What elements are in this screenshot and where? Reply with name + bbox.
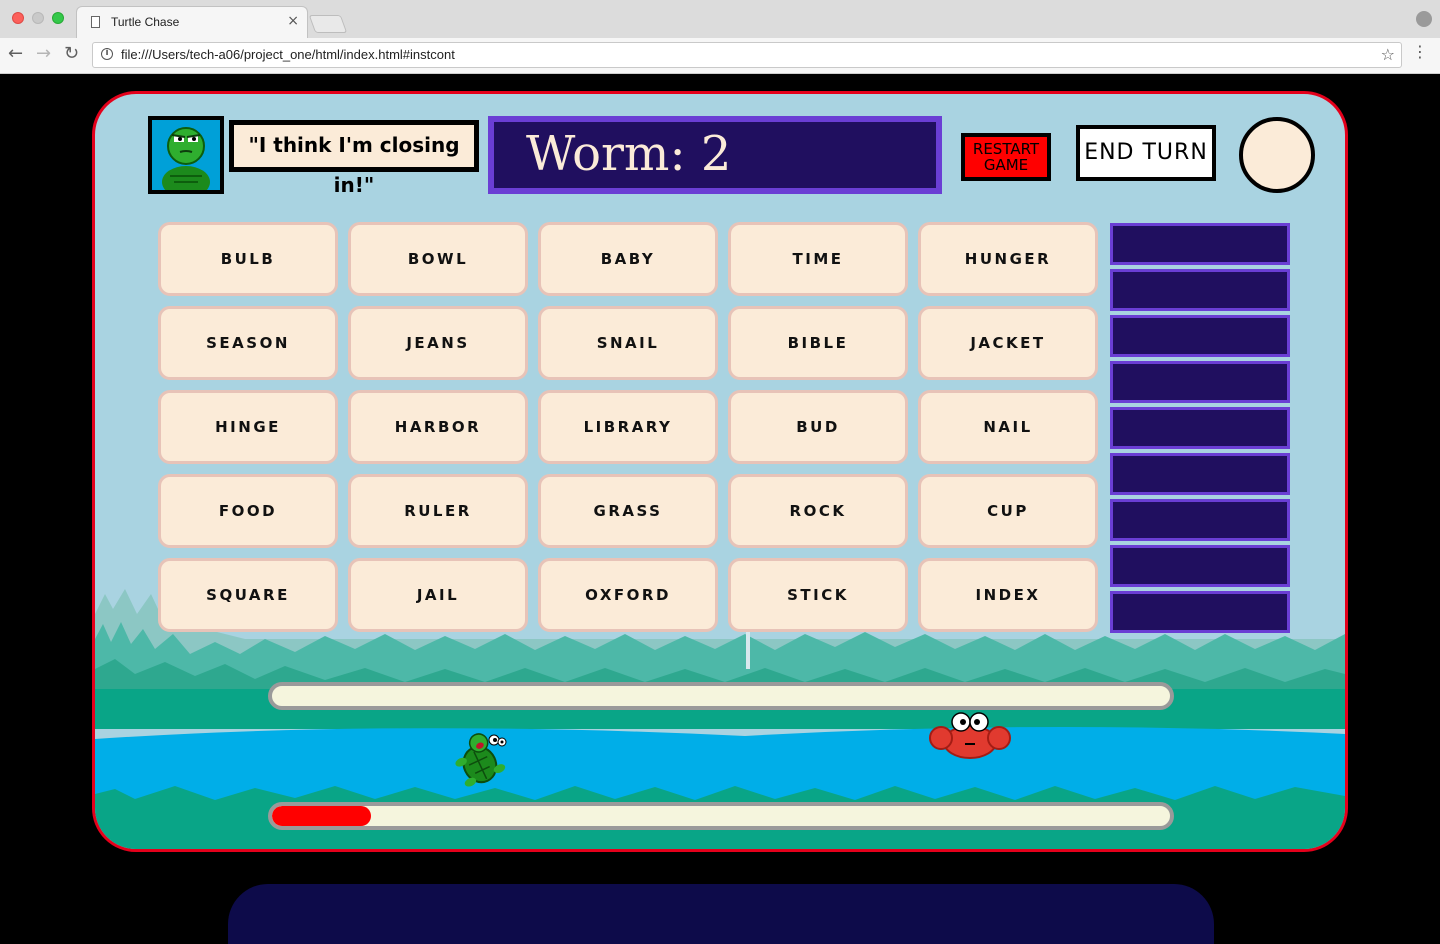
word-card[interactable]: BUD	[728, 390, 908, 464]
menu-dots-icon[interactable]: ⋮	[1412, 44, 1428, 60]
word-card[interactable]: RULER	[348, 474, 528, 548]
guess-slot	[1110, 407, 1290, 449]
close-window-button[interactable]	[12, 12, 24, 24]
guess-slot	[1110, 315, 1290, 357]
top-progress-track	[268, 682, 1174, 710]
tab-title: Turtle Chase	[111, 15, 180, 29]
minimize-window-button[interactable]	[32, 12, 44, 24]
word-card[interactable]: STICK	[728, 558, 908, 632]
word-card[interactable]: GRASS	[538, 474, 718, 548]
clue-display: Worm: 2	[488, 116, 942, 194]
maximize-window-button[interactable]	[52, 12, 64, 24]
word-card[interactable]: JACKET	[918, 306, 1098, 380]
word-card[interactable]: TIME	[728, 222, 908, 296]
word-card[interactable]: SQUARE	[158, 558, 338, 632]
word-card[interactable]: BOWL	[348, 222, 528, 296]
restart-game-button[interactable]: RESTART GAME	[961, 133, 1051, 181]
new-tab-button[interactable]	[308, 15, 348, 33]
bottom-progress-track	[268, 802, 1174, 830]
end-turn-button[interactable]: END TURN	[1076, 125, 1216, 181]
word-card[interactable]: NAIL	[918, 390, 1098, 464]
browser-tab[interactable]: Turtle Chase ×	[76, 6, 308, 38]
turtle-portrait-icon	[152, 120, 220, 198]
word-card[interactable]: JAIL	[348, 558, 528, 632]
word-card[interactable]: LIBRARY	[538, 390, 718, 464]
address-bar[interactable]: i file:///Users/tech-a06/project_one/htm…	[92, 42, 1402, 68]
profile-icon[interactable]	[1416, 11, 1432, 27]
turtle-avatar	[148, 116, 224, 198]
turn-indicator	[1239, 117, 1315, 193]
word-card[interactable]: ROCK	[728, 474, 908, 548]
guess-slot	[1110, 453, 1290, 495]
word-card[interactable]: BULB	[158, 222, 338, 296]
browser-titlebar: Turtle Chase ×	[0, 0, 1440, 39]
bookmark-star-icon[interactable]: ☆	[1381, 45, 1395, 64]
word-card[interactable]: HUNGER	[918, 222, 1098, 296]
word-card[interactable]: JEANS	[348, 306, 528, 380]
tab-close-icon[interactable]: ×	[287, 13, 299, 29]
word-card[interactable]: HARBOR	[348, 390, 528, 464]
reload-icon[interactable]: ↻	[64, 43, 79, 65]
guess-slot	[1110, 269, 1290, 311]
document-icon	[91, 16, 100, 28]
info-icon[interactable]: i	[101, 48, 113, 60]
guess-slot	[1110, 499, 1290, 541]
back-arrow-icon[interactable]: ←	[8, 43, 23, 65]
url-text[interactable]: file:///Users/tech-a06/project_one/html/…	[121, 47, 455, 62]
word-card[interactable]: BABY	[538, 222, 718, 296]
word-card[interactable]: HINGE	[158, 390, 338, 464]
word-card[interactable]: INDEX	[918, 558, 1098, 632]
turtle-sprite-icon	[455, 733, 507, 787]
browser-toolbar: ← → ↻ i file:///Users/tech-a06/project_o…	[0, 38, 1440, 74]
game-board: "I think I'm closing in!" Worm: 2 RESTAR…	[92, 91, 1348, 852]
guess-slot	[1110, 591, 1290, 633]
forward-arrow-icon[interactable]: →	[36, 43, 51, 65]
crab-sprite-icon	[929, 712, 1011, 759]
word-card[interactable]: CUP	[918, 474, 1098, 548]
guess-slot	[1110, 223, 1290, 265]
word-card[interactable]: OXFORD	[538, 558, 718, 632]
guess-slot	[1110, 361, 1290, 403]
bottom-progress-fill	[272, 806, 371, 826]
guess-slot	[1110, 545, 1290, 587]
bottom-panel	[228, 884, 1214, 944]
word-card[interactable]: FOOD	[158, 474, 338, 548]
speech-bubble: "I think I'm closing in!"	[229, 120, 479, 197]
word-card[interactable]: BIBLE	[728, 306, 908, 380]
word-card[interactable]: SEASON	[158, 306, 338, 380]
word-card[interactable]: SNAIL	[538, 306, 718, 380]
